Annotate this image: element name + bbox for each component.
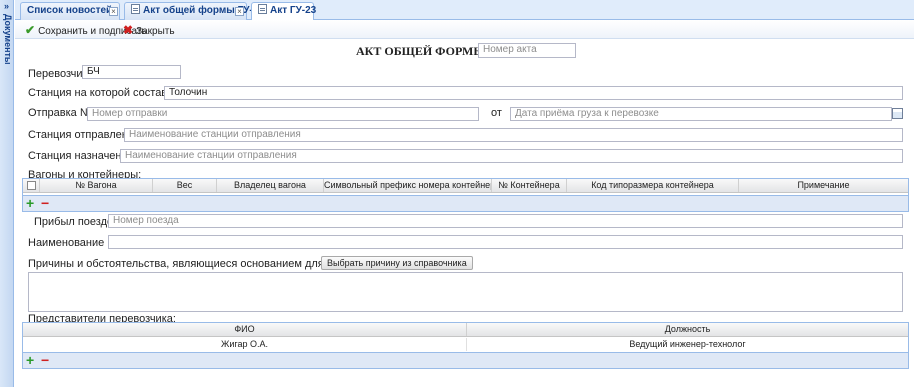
select-all-column[interactable]: [23, 179, 40, 192]
wagons-grid-toolbar: + −: [22, 196, 909, 212]
select-all-checkbox[interactable]: [27, 181, 36, 190]
tab-general-act-gu23[interactable]: Акт общей формы ГУ-23 ×: [124, 2, 264, 20]
tab-act-gu23[interactable]: Акт ГУ-23: [251, 2, 317, 21]
shipment-input[interactable]: Номер отправки: [87, 107, 479, 121]
minus-icon[interactable]: −: [41, 353, 49, 367]
plus-icon[interactable]: +: [26, 196, 34, 210]
expand-panel-icon[interactable]: »: [1, 1, 12, 12]
tab-label: Акт ГУ-23: [270, 5, 317, 16]
column-header[interactable]: Должность: [467, 323, 908, 336]
close-icon[interactable]: ×: [235, 7, 244, 16]
side-panel-title[interactable]: Документы: [1, 14, 13, 94]
table-row-position[interactable]: Ведущий инженер-технолог: [467, 338, 908, 351]
column-header[interactable]: № Контейнера: [492, 179, 567, 192]
dest-station-input[interactable]: Наименование станции отправления: [120, 149, 903, 163]
column-header[interactable]: ФИО: [23, 323, 467, 336]
close-icon[interactable]: ×: [109, 7, 118, 16]
tab-bar: Список новостей × Акт общей формы ГУ-23 …: [15, 0, 914, 21]
check-icon: ✔: [25, 23, 36, 37]
column-header[interactable]: Вес: [153, 179, 217, 192]
carrier-input[interactable]: БЧ: [82, 65, 181, 79]
wagons-grid-header: № Вагона Вес Владелец вагона Символьный …: [23, 179, 908, 193]
column-header[interactable]: № Вагона: [40, 179, 153, 192]
minus-icon[interactable]: −: [41, 196, 49, 210]
dep-station-input[interactable]: Наименование станции отправления: [124, 128, 903, 142]
cargo-input[interactable]: [108, 235, 903, 249]
x-icon: ✖: [123, 23, 134, 37]
document-icon: [131, 4, 140, 14]
act-number-input[interactable]: Номер акта: [478, 43, 576, 58]
calendar-icon[interactable]: [892, 108, 903, 119]
column-header[interactable]: Символьный префикс номера контейнера: [324, 179, 492, 192]
wagons-grid: № Вагона Вес Владелец вагона Символьный …: [22, 178, 909, 196]
date-input[interactable]: Дата приёма груза к перевозке: [510, 107, 892, 121]
reps-grid-toolbar: + −: [22, 353, 909, 369]
side-panel: » Документы: [0, 0, 14, 387]
from-label: от: [491, 107, 502, 119]
close-label: Закрыть: [136, 26, 175, 37]
shipment-label: Отправка №: [28, 107, 92, 119]
document-icon: [258, 4, 267, 14]
reps-grid-header: ФИО Должность: [23, 323, 908, 337]
plus-icon[interactable]: +: [26, 353, 34, 367]
close-button[interactable]: ✖ Закрыть: [123, 23, 175, 37]
reps-grid: ФИО Должность Жигар О.А. Ведущий инженер…: [22, 322, 909, 353]
tab-label: Акт общей формы ГУ-23: [143, 5, 264, 16]
column-header[interactable]: Владелец вагона: [217, 179, 324, 192]
column-header[interactable]: Примечание: [739, 179, 908, 192]
station-input[interactable]: Толочин: [164, 86, 903, 100]
train-input[interactable]: Номер поезда: [108, 214, 903, 228]
table-row-fio[interactable]: Жигар О.А.: [23, 338, 467, 351]
toolbar: ✔ Сохранить и подписать ✖ Закрыть: [15, 20, 914, 39]
reasons-textarea[interactable]: [28, 272, 903, 312]
column-header[interactable]: Код типоразмера контейнера: [567, 179, 739, 192]
tab-label: Список новостей: [27, 5, 113, 16]
tab-news-list[interactable]: Список новостей ×: [20, 2, 120, 20]
select-reason-button[interactable]: Выбрать причину из справочника: [321, 256, 473, 270]
